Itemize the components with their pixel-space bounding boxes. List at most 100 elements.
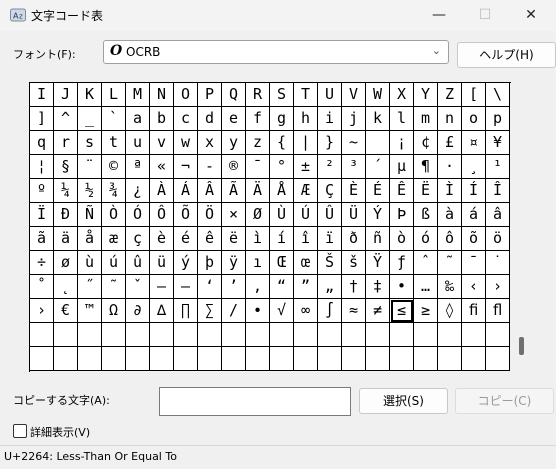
char-cell[interactable]: -	[198, 155, 222, 179]
char-cell[interactable]: Á	[174, 179, 198, 203]
char-cell[interactable]: ¯	[462, 251, 486, 275]
char-cell[interactable]: ˆ	[414, 251, 438, 275]
char-cell[interactable]: é	[174, 227, 198, 251]
char-cell[interactable]: a	[126, 107, 150, 131]
copy-chars-input[interactable]	[159, 387, 351, 416]
char-cell[interactable]: Q	[222, 83, 246, 107]
char-cell[interactable]: c	[174, 107, 198, 131]
char-cell[interactable]: \	[486, 83, 510, 107]
char-cell[interactable]: õ	[462, 227, 486, 251]
char-cell[interactable]: ∆	[150, 299, 174, 323]
char-cell[interactable]: Š	[318, 251, 342, 275]
char-cell[interactable]: q	[30, 131, 54, 155]
char-cell[interactable]	[198, 347, 222, 371]
char-cell[interactable]: Û	[318, 203, 342, 227]
char-cell[interactable]: ¹	[486, 155, 510, 179]
char-cell[interactable]: ö	[486, 227, 510, 251]
close-button[interactable]: ✕	[508, 0, 554, 31]
char-cell[interactable]: T	[294, 83, 318, 107]
char-cell[interactable]: o	[462, 107, 486, 131]
char-cell[interactable]: ï	[318, 227, 342, 251]
char-cell[interactable]: R	[246, 83, 270, 107]
char-cell[interactable]: ó	[414, 227, 438, 251]
char-cell[interactable]	[294, 323, 318, 347]
char-cell[interactable]: —	[174, 275, 198, 299]
char-cell[interactable]: ®	[222, 155, 246, 179]
help-button[interactable]: ヘルプ(H)	[457, 42, 556, 68]
char-cell[interactable]: ¥	[486, 131, 510, 155]
char-cell[interactable]: …	[414, 275, 438, 299]
char-cell[interactable]: [	[462, 83, 486, 107]
char-cell[interactable]: ˝	[78, 275, 102, 299]
char-cell[interactable]: ¶	[414, 155, 438, 179]
maximize-button[interactable]: ☐	[462, 0, 508, 31]
char-cell[interactable]	[270, 347, 294, 371]
char-cell[interactable]: j	[342, 107, 366, 131]
char-cell[interactable]: ³	[342, 155, 366, 179]
char-cell[interactable]: ≥	[414, 299, 438, 323]
char-cell[interactable]: ô	[438, 227, 462, 251]
char-cell[interactable]: u	[126, 131, 150, 155]
char-cell[interactable]: I	[30, 83, 54, 107]
char-cell[interactable]: Ö	[198, 203, 222, 227]
char-cell[interactable]: ˙	[486, 251, 510, 275]
char-cell[interactable]: ª	[126, 155, 150, 179]
char-cell[interactable]: ^	[54, 107, 78, 131]
char-cell[interactable]: n	[438, 107, 462, 131]
char-cell[interactable]: È	[342, 179, 366, 203]
char-cell[interactable]	[126, 347, 150, 371]
char-cell[interactable]: Ü	[342, 203, 366, 227]
char-cell[interactable]: ¸	[462, 155, 486, 179]
char-cell[interactable]: º	[30, 179, 54, 203]
char-cell[interactable]: ~	[342, 131, 366, 155]
char-cell[interactable]: Ï	[30, 203, 54, 227]
char-cell[interactable]: Ì	[438, 179, 462, 203]
char-cell[interactable]: è	[150, 227, 174, 251]
char-cell[interactable]: ‡	[366, 275, 390, 299]
char-cell[interactable]: p	[486, 107, 510, 131]
char-cell[interactable]: š	[342, 251, 366, 275]
char-cell[interactable]: €	[54, 299, 78, 323]
char-cell[interactable]	[30, 323, 54, 347]
char-cell[interactable]: Ω	[102, 299, 126, 323]
char-cell[interactable]: ◊	[438, 299, 462, 323]
char-cell[interactable]	[414, 347, 438, 371]
char-cell[interactable]: }	[318, 131, 342, 155]
char-cell[interactable]	[390, 323, 414, 347]
char-cell[interactable]	[366, 323, 390, 347]
char-cell[interactable]: h	[294, 107, 318, 131]
char-cell[interactable]: •	[390, 275, 414, 299]
char-cell[interactable]: Ÿ	[366, 251, 390, 275]
char-cell[interactable]	[486, 323, 510, 347]
char-cell[interactable]	[102, 323, 126, 347]
char-cell[interactable]	[198, 323, 222, 347]
char-cell[interactable]	[246, 323, 270, 347]
char-cell[interactable]: Ë	[414, 179, 438, 203]
char-cell[interactable]: ß	[414, 203, 438, 227]
char-cell[interactable]: M	[126, 83, 150, 107]
char-cell[interactable]: ∏	[174, 299, 198, 323]
char-cell[interactable]: ¢	[414, 131, 438, 155]
char-cell[interactable]: ˜	[102, 275, 126, 299]
char-cell[interactable]	[438, 323, 462, 347]
char-cell[interactable]: k	[366, 107, 390, 131]
char-cell[interactable]: Ø	[246, 203, 270, 227]
char-cell[interactable]: ½	[78, 179, 102, 203]
char-cell[interactable]: ≤	[390, 299, 414, 323]
char-cell[interactable]: „	[318, 275, 342, 299]
char-cell[interactable]: ≈	[342, 299, 366, 323]
char-cell[interactable]	[462, 323, 486, 347]
char-cell[interactable]: þ	[198, 251, 222, 275]
title-bar[interactable]: A z 文字コード表 — ☐ ✕	[0, 0, 556, 31]
char-cell[interactable]: «	[150, 155, 174, 179]
advanced-view-label[interactable]: 詳細表示(V)	[30, 424, 90, 440]
char-cell[interactable]: ]	[30, 107, 54, 131]
char-cell[interactable]: y	[222, 131, 246, 155]
char-cell[interactable]: Œ	[270, 251, 294, 275]
char-cell[interactable]: æ	[102, 227, 126, 251]
char-cell[interactable]: ñ	[366, 227, 390, 251]
char-cell[interactable]	[150, 347, 174, 371]
char-cell[interactable]: Y	[414, 83, 438, 107]
char-cell[interactable]: z	[246, 131, 270, 155]
char-cell[interactable]: ê	[198, 227, 222, 251]
